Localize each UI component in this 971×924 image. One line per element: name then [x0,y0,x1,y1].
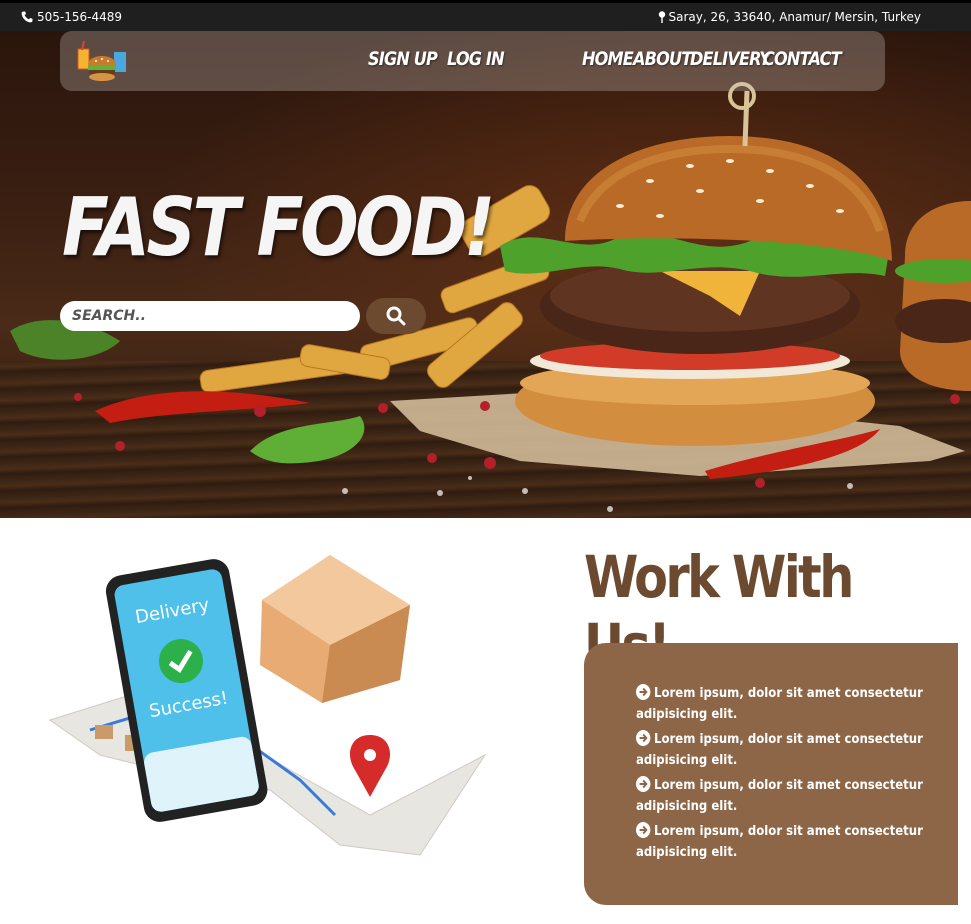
phone-icon [21,11,33,23]
nav-link-log-in[interactable]: LOG IN [447,48,505,70]
phone-contact[interactable]: 505-156-4489 [21,10,122,24]
nav-link-about[interactable]: ABOUT [633,48,692,70]
hero-section: SIGN UP LOG IN HOME ABOUT DELIVERY CONTA… [0,31,971,518]
map-pin-icon [658,11,665,23]
main-navbar: SIGN UP LOG IN HOME ABOUT DELIVERY CONTA… [60,31,885,91]
nav-link-sign-up[interactable]: SIGN UP [368,48,438,70]
list-item-text: Lorem ipsum, dolor sit amet consectetur … [636,824,923,860]
nav-link-contact[interactable]: CONTACT [763,48,842,70]
burger-and-fries-image [10,82,971,512]
list-item: Lorem ipsum, dolor sit amet consectetur … [636,821,924,863]
list-item-text: Lorem ipsum, dolor sit amet consectetur … [636,686,923,722]
hero-title: FAST FOOD! [62,181,495,274]
nav-link-delivery[interactable]: DELIVERY [690,48,771,70]
fast-food-logo-icon[interactable] [76,37,128,83]
search-button[interactable] [366,298,426,334]
list-item-text: Lorem ipsum, dolor sit amet consectetur … [636,778,923,814]
delivery-illustration: Delivery Success! [48,555,487,856]
arrow-circle-right-icon [636,776,651,792]
arrow-circle-right-icon [636,684,651,700]
list-item: Lorem ipsum, dolor sit amet consectetur … [636,775,924,817]
work-benefits-list: Lorem ipsum, dolor sit amet consectetur … [636,683,936,867]
search-icon [386,306,406,326]
list-item-text: Lorem ipsum, dolor sit amet consectetur … [636,732,923,768]
arrow-circle-right-icon [636,730,651,746]
list-item: Lorem ipsum, dolor sit amet consectetur … [636,729,924,771]
address-text: Saray, 26, 33640, Anamur/ Mersin, Turkey [668,10,922,24]
nav-link-home[interactable]: HOME [582,48,634,70]
work-with-us-box: Lorem ipsum, dolor sit amet consectetur … [584,643,958,905]
list-item: Lorem ipsum, dolor sit amet consectetur … [636,683,924,725]
address-contact[interactable]: Saray, 26, 33640, Anamur/ Mersin, Turkey [658,10,922,24]
phone-number: 505-156-4489 [37,10,123,24]
arrow-circle-right-icon [636,822,651,838]
search-input[interactable] [60,301,360,331]
top-info-bar: 505-156-4489 Saray, 26, 33640, Anamur/ M… [0,0,971,31]
